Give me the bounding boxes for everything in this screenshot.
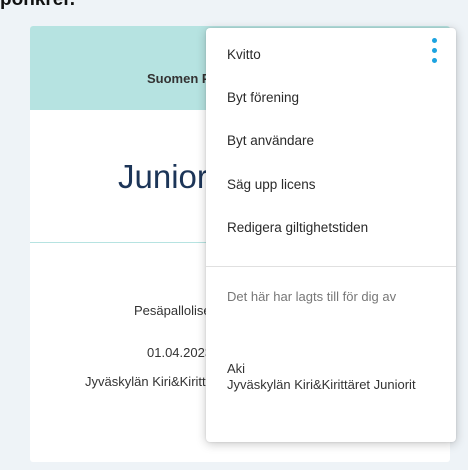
added-by-org: Jyväskylän Kiri&Kirittäret Juniorit: [227, 377, 416, 392]
menu-item-edit-validity[interactable]: Redigera giltighetstiden: [227, 220, 368, 235]
added-by-name: Aki: [227, 361, 246, 376]
menu-item-receipt[interactable]: Kvitto: [227, 47, 261, 62]
menu-divider: [206, 266, 456, 267]
added-by-info: Aki Jyväskylän Kiri&Kirittäret Juniorit: [227, 361, 442, 393]
context-menu: Kvitto Byt förening Byt användare Säg up…: [206, 28, 456, 442]
menu-item-change-user[interactable]: Byt användare: [227, 133, 314, 148]
menu-item-cancel-license[interactable]: Säg upp licens: [227, 177, 316, 192]
menu-item-change-club[interactable]: Byt förening: [227, 90, 299, 105]
more-vert-icon[interactable]: [430, 38, 440, 68]
added-by-label: Det här har lagts till för dig av: [227, 289, 397, 304]
partial-heading: pohkrer.: [0, 0, 180, 12]
license-date: 01.04.2023: [147, 345, 213, 360]
